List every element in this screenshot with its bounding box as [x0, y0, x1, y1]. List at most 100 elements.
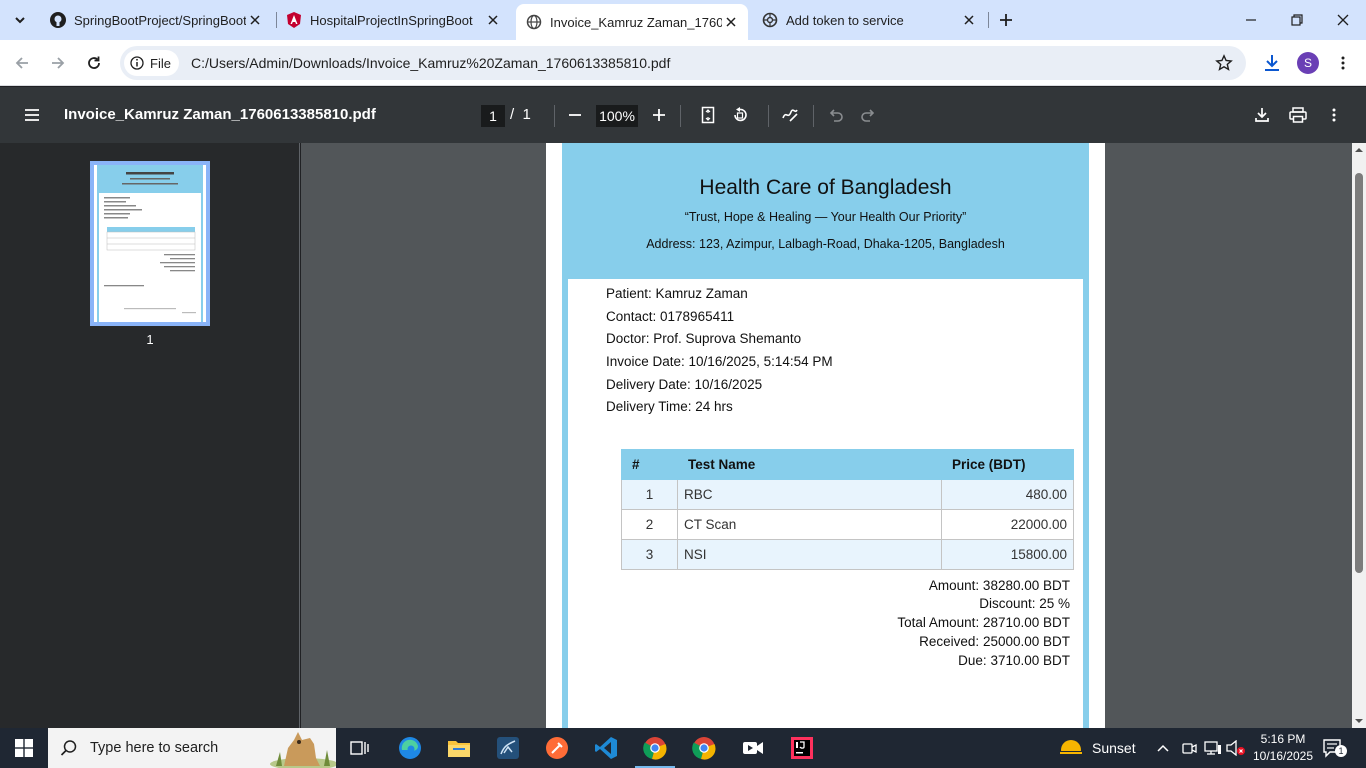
restore-icon: [1291, 14, 1303, 26]
pdf-page: Health Care of Bangladesh “Trust, Hope &…: [546, 143, 1105, 728]
invoice-date: Invoice Date: 10/16/2025, 5:14:54 PM: [606, 354, 833, 369]
back-button[interactable]: [7, 48, 37, 78]
test-name: RBC: [677, 479, 942, 510]
close-tab-button[interactable]: [484, 11, 502, 29]
site-info-chip[interactable]: File: [124, 50, 179, 76]
amount-total: Amount: 38280.00 BDT: [928, 578, 1070, 593]
undo-button[interactable]: [824, 103, 848, 127]
page-thumbnail[interactable]: [90, 161, 210, 326]
column-header-test-name: Test Name: [677, 449, 942, 480]
test-price: 15800.00: [941, 539, 1074, 570]
print-button[interactable]: [1286, 103, 1310, 127]
hospital-tagline: “Trust, Hope & Healing — Your Health Our…: [684, 210, 967, 224]
volume-button[interactable]: [1226, 728, 1246, 768]
close-tab-button[interactable]: [246, 11, 264, 29]
reload-button[interactable]: [79, 48, 109, 78]
taskbar-mysql-workbench[interactable]: [484, 728, 532, 768]
tray-overflow-button[interactable]: [1156, 728, 1170, 768]
taskbar-postman[interactable]: [533, 728, 581, 768]
redo-button[interactable]: [856, 103, 880, 127]
pdf-more-button[interactable]: [1322, 103, 1346, 127]
taskbar-video-app[interactable]: [729, 728, 777, 768]
taskbar-chrome-profile[interactable]: [680, 728, 728, 768]
taskbar-search-box[interactable]: Type here to search: [48, 728, 336, 768]
restore-button[interactable]: [1274, 0, 1320, 40]
forward-button[interactable]: [43, 48, 73, 78]
close-tab-button[interactable]: [960, 11, 978, 29]
pdf-download-button[interactable]: [1250, 103, 1274, 127]
address-bar[interactable]: File C:/Users/Admin/Downloads/Invoice_Ka…: [120, 46, 1246, 80]
tab-hospitalproject[interactable]: HospitalProjectInSpringBoot: [276, 4, 510, 36]
tab-add-token[interactable]: Add token to service: [752, 4, 986, 36]
annotate-button[interactable]: [778, 103, 802, 127]
vertical-scrollbar[interactable]: [1352, 143, 1366, 728]
total-amount: Total Amount: 28710.00 BDT: [897, 615, 1070, 630]
taskbar-intellij[interactable]: [778, 728, 826, 768]
zoom-out-button[interactable]: [563, 103, 587, 127]
toolbar-divider: [554, 105, 555, 127]
thumbnail-page-image: [97, 165, 203, 322]
close-icon: [964, 15, 974, 25]
taskbar-file-explorer[interactable]: [435, 728, 483, 768]
scrollbar-thumb[interactable]: [1355, 173, 1363, 573]
browser-menu-button[interactable]: [1328, 48, 1358, 78]
mysql-workbench-icon: [497, 737, 519, 759]
clock-date: 10/16/2025: [1252, 749, 1314, 763]
thumbnail-page-number: 1: [146, 332, 154, 347]
discount-value: Discount: 25 %: [979, 596, 1070, 611]
sidebar-toggle-button[interactable]: [20, 103, 44, 127]
notification-center-button[interactable]: 1: [1322, 728, 1347, 768]
url-text[interactable]: C:/Users/Admin/Downloads/Invoice_Kamruz%…: [191, 55, 670, 71]
test-price: 480.00: [941, 479, 1074, 510]
profile-avatar[interactable]: S: [1297, 52, 1319, 74]
downloads-button[interactable]: [1257, 48, 1287, 78]
fit-page-button[interactable]: [696, 103, 720, 127]
rotate-button[interactable]: [728, 103, 752, 127]
search-placeholder: Type here to search: [90, 740, 219, 756]
plus-icon: [653, 109, 665, 121]
chevron-up-icon: [1157, 744, 1169, 752]
test-name: NSI: [677, 539, 942, 570]
tray-app-icon[interactable]: [1181, 728, 1197, 768]
arrow-right-icon: [52, 57, 65, 69]
weather-widget[interactable]: Sunset: [1058, 728, 1136, 768]
taskbar-chrome[interactable]: [631, 728, 679, 768]
network-button[interactable]: [1204, 728, 1222, 768]
close-window-button[interactable]: [1320, 0, 1366, 40]
edge-icon: [399, 737, 421, 759]
test-name: CT Scan: [677, 509, 942, 540]
taskbar-clock[interactable]: 5:16 PM 10/16/2025: [1246, 731, 1320, 765]
scroll-up-icon: [1355, 148, 1363, 152]
task-view-button[interactable]: [336, 728, 384, 768]
tab-invoice-pdf[interactable]: Invoice_Kamruz Zaman_176061: [516, 4, 748, 40]
chrome-icon: [643, 737, 667, 760]
toolbar-divider: [680, 105, 681, 127]
site-info-label: File: [150, 55, 171, 71]
taskbar-vscode[interactable]: [582, 728, 630, 768]
taskbar-edge[interactable]: [386, 728, 434, 768]
zoom-in-button[interactable]: [647, 103, 671, 127]
received-amount: Received: 25000.00 BDT: [919, 634, 1070, 649]
toolbar-divider: [768, 105, 769, 127]
minimize-button[interactable]: [1228, 0, 1274, 40]
github-icon: [50, 12, 66, 28]
zoom-level-input[interactable]: 100%: [596, 105, 638, 127]
speaker-muted-icon: [1226, 740, 1245, 756]
hamburger-icon: [25, 109, 39, 121]
arrow-left-icon: [15, 57, 28, 69]
thumbnail-preview: [94, 165, 206, 322]
tab-title: Add token to service: [786, 12, 904, 28]
chevron-down-icon: [15, 17, 25, 24]
tab-search-button[interactable]: [6, 6, 34, 34]
delivery-date: Delivery Date: 10/16/2025: [606, 377, 763, 392]
start-button[interactable]: [0, 728, 48, 768]
close-tab-button[interactable]: [722, 13, 740, 31]
page-number-input[interactable]: 1: [481, 105, 505, 127]
total-pages: 1: [522, 106, 531, 123]
bookmark-button[interactable]: [1212, 51, 1236, 75]
download-icon: [1255, 108, 1269, 122]
new-tab-button[interactable]: [994, 8, 1018, 32]
close-icon: [726, 17, 736, 27]
tab-springbootproject[interactable]: SpringBootProject/SpringBootP: [40, 4, 272, 36]
folder-icon: [448, 741, 470, 757]
